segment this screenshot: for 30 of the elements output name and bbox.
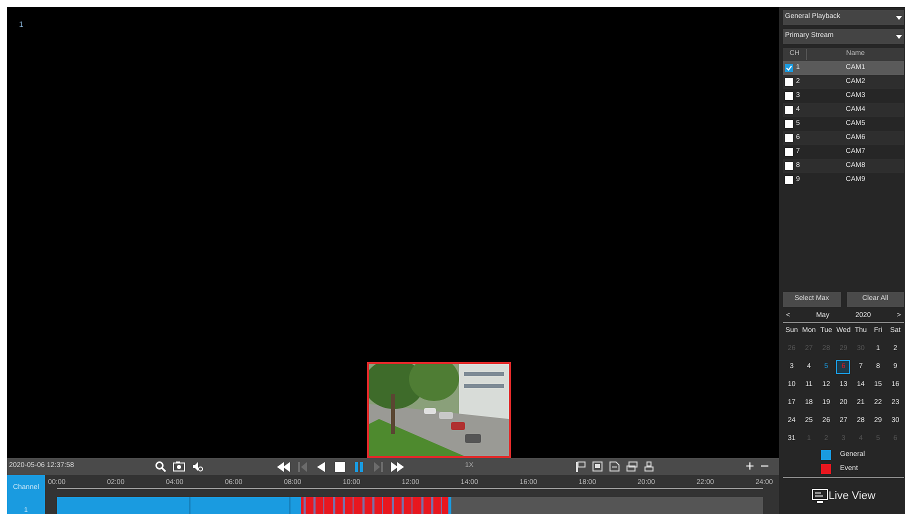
checkbox[interactable]: [785, 120, 793, 128]
checkbox[interactable]: [785, 106, 793, 114]
checkbox[interactable]: [785, 64, 793, 72]
fast-forward-icon: [390, 460, 404, 474]
monitor-icon: [812, 488, 828, 504]
dropdown-arrow-icon: [896, 16, 902, 20]
fast-rewind-icon: [276, 460, 290, 474]
zoom-in-button[interactable]: +: [745, 459, 754, 474]
search-icon[interactable]: [155, 461, 166, 472]
dropdown-arrow-icon: [896, 34, 902, 38]
stop-button[interactable]: [332, 460, 347, 474]
tag-icon[interactable]: [575, 461, 586, 472]
checkbox[interactable]: [785, 176, 793, 184]
checkbox[interactable]: [785, 92, 793, 100]
fast-rewind-button[interactable]: [275, 460, 290, 474]
live-view-button[interactable]: Live View: [783, 478, 904, 514]
windows-icon[interactable]: [626, 461, 638, 472]
checkbox[interactable]: [785, 134, 793, 142]
checkbox[interactable]: [785, 78, 793, 86]
zoom-out-button[interactable]: −: [760, 459, 769, 474]
camera-icon[interactable]: [173, 461, 185, 472]
fast-forward-button[interactable]: [389, 460, 404, 474]
save-icon[interactable]: [592, 461, 603, 472]
muted-speaker-icon[interactable]: [192, 461, 203, 472]
checkbox[interactable]: [785, 162, 793, 170]
file-icon[interactable]: [609, 461, 620, 472]
check-icon: [786, 65, 792, 71]
channel-number: 1: [19, 19, 24, 31]
stop-icon: [332, 460, 346, 474]
checkbox[interactable]: [785, 148, 793, 156]
